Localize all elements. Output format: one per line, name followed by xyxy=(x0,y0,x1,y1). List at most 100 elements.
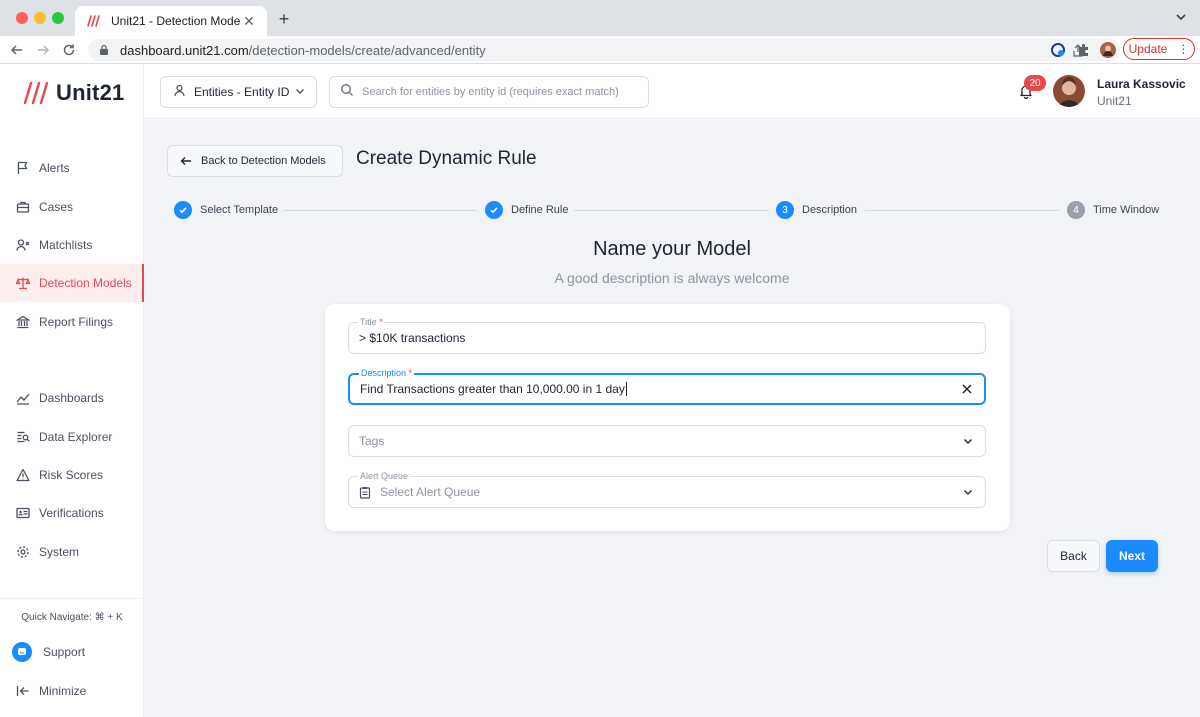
required-mark: * xyxy=(379,317,383,327)
browser-tab[interactable]: Unit21 - Detection Models ✕ xyxy=(75,6,267,36)
back-arrow-icon[interactable] xyxy=(8,41,26,59)
unit21-logo[interactable]: Unit21 xyxy=(22,80,124,106)
step-time-window[interactable]: 4 Time Window xyxy=(1067,201,1159,219)
brand-name: Unit21 xyxy=(56,80,125,105)
step-define-rule[interactable]: Define Rule xyxy=(485,201,568,219)
extensions-puzzle-icon[interactable] xyxy=(1076,42,1092,58)
reload-icon[interactable] xyxy=(60,41,78,59)
window-zoom-button[interactable] xyxy=(52,12,64,24)
sidebar-item-label: Alerts xyxy=(39,161,70,175)
unit21-favicon-icon xyxy=(85,13,101,29)
extension-vpn-icon[interactable] xyxy=(1050,42,1066,58)
browser-update-button[interactable]: Update ⋮ xyxy=(1123,38,1195,60)
entity-type-select[interactable]: Entities - Entity ID xyxy=(160,76,317,108)
sidebar-item-label: Data Explorer xyxy=(39,430,113,444)
sidebar-item-verifications[interactable]: Verifications xyxy=(0,494,144,532)
bank-icon xyxy=(16,315,30,329)
sidebar: Unit21 Alerts Cases Matchlists Detection… xyxy=(0,64,144,717)
search-icon xyxy=(340,83,354,102)
title-field[interactable]: Title * > $10K transactions xyxy=(348,316,986,354)
collapse-left-icon xyxy=(16,684,30,698)
back-to-detection-models-button[interactable]: Back to Detection Models xyxy=(167,145,343,177)
step-number: 3 xyxy=(776,201,794,219)
step-label: Description xyxy=(802,204,858,216)
tags-placeholder: Tags xyxy=(359,434,385,448)
new-tab-icon[interactable]: + xyxy=(275,10,293,28)
alert-queue-select[interactable]: Alert Queue Select Alert Queue xyxy=(348,470,986,508)
browser-tab-bar: Unit21 - Detection Models ✕ + xyxy=(0,0,1200,36)
sidebar-item-label: Matchlists xyxy=(39,238,93,252)
stepper-connector xyxy=(865,210,1059,211)
support-button[interactable]: Support xyxy=(12,642,85,662)
user-avatar[interactable] xyxy=(1053,75,1085,107)
minimize-label: Minimize xyxy=(39,684,87,698)
stepper-connector xyxy=(574,210,769,211)
alert-queue-placeholder: Select Alert Queue xyxy=(380,485,481,499)
step-number: 4 xyxy=(1067,201,1085,219)
url-domain: dashboard.unit21.com xyxy=(120,42,249,58)
url-field[interactable]: dashboard.unit21.com/detection-models/cr… xyxy=(88,39,1120,61)
title-field-label: Title * xyxy=(358,316,385,328)
profile-avatar-icon[interactable] xyxy=(1100,42,1116,58)
alert-queue-label: Alert Queue xyxy=(358,470,411,482)
sidebar-item-dashboards[interactable]: Dashboards xyxy=(0,379,144,417)
briefcase-icon xyxy=(16,200,30,214)
step-select-template[interactable]: Select Template xyxy=(174,201,278,219)
quick-navigate-hint: Quick Navigate: ⌘ + K xyxy=(21,612,123,623)
tab-search-icon[interactable] xyxy=(1174,10,1188,24)
sidebar-divider xyxy=(0,598,144,599)
scale-icon xyxy=(16,276,30,290)
chat-bubble-icon xyxy=(12,642,32,662)
window-close-button[interactable] xyxy=(16,12,28,24)
person-icon xyxy=(173,84,186,100)
data-search-icon xyxy=(16,430,30,444)
sidebar-item-report-filings[interactable]: Report Filings xyxy=(0,303,144,341)
description-field[interactable]: Description * Find Transactions greater … xyxy=(348,367,986,405)
notification-count-badge: 20 xyxy=(1024,75,1046,91)
page-title: Create Dynamic Rule xyxy=(356,148,537,169)
step-description[interactable]: 3 Description xyxy=(776,201,857,219)
tab-title: Unit21 - Detection Models xyxy=(111,14,241,28)
sidebar-item-cases[interactable]: Cases xyxy=(0,188,144,226)
clear-icon[interactable] xyxy=(960,382,974,396)
minimize-sidebar-button[interactable]: Minimize xyxy=(16,684,86,698)
update-label: Update xyxy=(1128,42,1168,56)
step-label: Define Rule xyxy=(511,204,569,216)
tags-select[interactable]: Tags xyxy=(348,425,986,457)
forward-arrow-icon[interactable] xyxy=(34,41,52,59)
clipboard-icon xyxy=(359,486,373,499)
step-label: Time Window xyxy=(1093,204,1160,216)
search-input[interactable] xyxy=(362,86,642,98)
entity-search-box[interactable] xyxy=(329,76,649,108)
sidebar-item-data-explorer[interactable]: Data Explorer xyxy=(0,418,144,456)
section-title: Name your Model xyxy=(593,238,751,260)
entity-select-label: Entities - Entity ID xyxy=(194,85,290,99)
chevron-down-icon xyxy=(961,434,975,448)
lock-icon xyxy=(98,44,110,56)
user-x-icon xyxy=(16,238,30,252)
window-minimize-button[interactable] xyxy=(34,12,46,24)
browser-address-bar: dashboard.unit21.com/detection-models/cr… xyxy=(0,36,1200,64)
id-card-icon xyxy=(16,506,30,520)
required-mark: * xyxy=(408,368,413,378)
sidebar-item-risk-scores[interactable]: Risk Scores xyxy=(0,456,144,494)
sidebar-item-alerts[interactable]: Alerts xyxy=(0,149,144,187)
check-icon xyxy=(174,201,192,219)
sidebar-item-matchlists[interactable]: Matchlists xyxy=(0,226,144,264)
sidebar-item-label: Report Filings xyxy=(39,315,114,329)
back-button[interactable]: Back xyxy=(1047,540,1100,572)
check-icon xyxy=(485,201,503,219)
next-button[interactable]: Next xyxy=(1106,540,1158,572)
user-organization: Unit21 xyxy=(1097,94,1132,108)
title-value: > $10K transactions xyxy=(359,331,466,345)
description-label-text: Description xyxy=(361,368,407,378)
chevron-down-icon xyxy=(961,485,975,499)
tab-close-icon[interactable]: ✕ xyxy=(241,13,257,30)
section-subtitle: A good description is always welcome xyxy=(554,270,790,286)
sidebar-item-detection-models[interactable]: Detection Models xyxy=(0,264,144,302)
description-field-label: Description * xyxy=(359,367,415,379)
flag-icon xyxy=(16,161,30,175)
sidebar-item-label: Dashboards xyxy=(39,391,104,405)
description-value: Find Transactions greater than 10,000.00… xyxy=(360,382,960,397)
sidebar-item-system[interactable]: System xyxy=(0,533,144,571)
